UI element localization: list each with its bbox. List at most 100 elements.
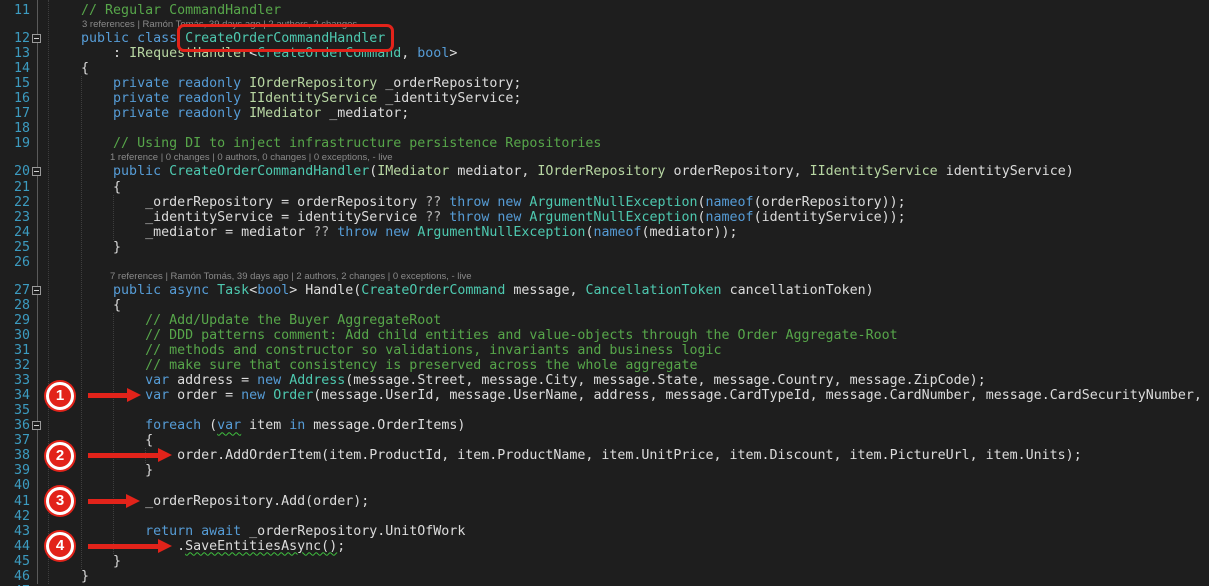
line-number-35[interactable]: 35 [0, 403, 30, 418]
code-line-27[interactable]: 27 public async Task<bool> Handle(Create… [0, 283, 1209, 298]
code-text-17[interactable]: private readonly IMediator _mediator; [43, 106, 409, 121]
code-line-32[interactable]: 32 // make sure that consistency is pres… [0, 358, 1209, 373]
code-text-16[interactable]: private readonly IIdentityService _ident… [43, 91, 521, 106]
line-number-23[interactable]: 23 [0, 210, 30, 225]
code-line-45[interactable]: 45 } [0, 554, 1209, 569]
line-number-36[interactable]: 36 [0, 418, 30, 433]
line-number-40[interactable]: 40 [0, 478, 30, 493]
line-number-15[interactable]: 15 [0, 76, 30, 91]
code-line-38[interactable]: 38 order.AddOrderItem(item.ProductId, it… [0, 448, 1209, 463]
code-text-32[interactable]: // make sure that consistency is preserv… [43, 358, 697, 373]
line-number-33[interactable]: 33 [0, 373, 30, 388]
line-number-14[interactable]: 14 [0, 61, 30, 76]
line-number-29[interactable]: 29 [0, 313, 30, 328]
code-line-34[interactable]: 34 var order = new Order(message.UserId,… [0, 388, 1209, 403]
code-text-28[interactable]: { [43, 298, 121, 313]
code-text-23[interactable]: _identityService = identityService ?? th… [43, 210, 906, 225]
line-number-45[interactable]: 45 [0, 554, 30, 569]
code-line-19[interactable]: 19 // Using DI to inject infrastructure … [0, 136, 1209, 151]
code-line-36[interactable]: 36 foreach (var item in message.OrderIte… [0, 418, 1209, 433]
code-text-14[interactable]: { [43, 61, 89, 76]
code-editor[interactable]: 11 // Regular CommandHandler3 references… [0, 0, 1209, 586]
code-line-33[interactable]: 33 var address = new Address(message.Str… [0, 373, 1209, 388]
line-number-25[interactable]: 25 [0, 240, 30, 255]
code-text-15[interactable]: private readonly IOrderRepository _order… [43, 76, 521, 91]
code-line-41[interactable]: 41 _orderRepository.Add(order); [0, 494, 1209, 509]
line-number-17[interactable]: 17 [0, 106, 30, 121]
fold-toggle-line-20[interactable] [32, 167, 41, 176]
line-number-39[interactable]: 39 [0, 463, 30, 478]
code-text-30[interactable]: // DDD patterns comment: Add child entit… [43, 328, 898, 343]
line-number-38[interactable]: 38 [0, 448, 30, 463]
code-line-39[interactable]: 39 } [0, 463, 1209, 478]
codelens-indicator[interactable]: 1 reference | 0 changes | 0 authors, 0 c… [110, 151, 393, 164]
line-number-27[interactable]: 27 [0, 283, 30, 298]
fold-toggle-line-27[interactable] [32, 286, 41, 295]
line-number-16[interactable]: 16 [0, 91, 30, 106]
code-text-21[interactable]: { [43, 180, 121, 195]
code-line-40[interactable]: 40 [0, 478, 1209, 493]
code-text-24[interactable]: _mediator = mediator ?? throw new Argume… [43, 225, 738, 240]
code-line-30[interactable]: 30 // DDD patterns comment: Add child en… [0, 328, 1209, 343]
code-line-14[interactable]: 14 { [0, 61, 1209, 76]
code-text-20[interactable]: public CreateOrderCommandHandler(IMediat… [43, 164, 1074, 179]
code-line-11[interactable]: 11 // Regular CommandHandler [0, 3, 1209, 18]
code-line-20[interactable]: 20 public CreateOrderCommandHandler(IMed… [0, 164, 1209, 179]
line-number-12[interactable]: 12 [0, 31, 30, 46]
line-number-44[interactable]: 44 [0, 539, 30, 554]
fold-toggle-line-12[interactable] [32, 34, 41, 43]
code-text-36[interactable]: foreach (var item in message.OrderItems) [43, 418, 465, 433]
line-number-21[interactable]: 21 [0, 180, 30, 195]
code-text-19[interactable]: // Using DI to inject infrastructure per… [43, 136, 601, 151]
code-text-25[interactable]: } [43, 240, 121, 255]
code-text-38[interactable]: order.AddOrderItem(item.ProductId, item.… [43, 448, 1082, 463]
fold-toggle-line-36[interactable] [32, 421, 41, 430]
code-line-35[interactable]: 35 [0, 403, 1209, 418]
code-line-37[interactable]: 37 { [0, 433, 1209, 448]
code-line-42[interactable]: 42 [0, 509, 1209, 524]
line-number-46[interactable]: 46 [0, 569, 30, 584]
code-line-15[interactable]: 15 private readonly IOrderRepository _or… [0, 76, 1209, 91]
line-number-22[interactable]: 22 [0, 195, 30, 210]
line-number-19[interactable]: 19 [0, 136, 30, 151]
line-number-28[interactable]: 28 [0, 298, 30, 313]
line-number-37[interactable]: 37 [0, 433, 30, 448]
code-line-25[interactable]: 25 } [0, 240, 1209, 255]
line-number-41[interactable]: 41 [0, 494, 30, 509]
code-line-44[interactable]: 44 .SaveEntitiesAsync(); [0, 539, 1209, 554]
line-number-34[interactable]: 34 [0, 388, 30, 403]
line-number-18[interactable]: 18 [0, 121, 30, 136]
code-text-43[interactable]: return await _orderRepository.UnitOfWork [43, 524, 465, 539]
line-number-30[interactable]: 30 [0, 328, 30, 343]
code-text-46[interactable]: } [43, 569, 89, 584]
code-line-31[interactable]: 31 // methods and constructor so validat… [0, 343, 1209, 358]
code-line-24[interactable]: 24 _mediator = mediator ?? throw new Arg… [0, 225, 1209, 240]
code-line-21[interactable]: 21 { [0, 180, 1209, 195]
line-number-13[interactable]: 13 [0, 46, 30, 61]
line-number-42[interactable]: 42 [0, 509, 30, 524]
line-number-26[interactable]: 26 [0, 255, 30, 270]
code-line-28[interactable]: 28 { [0, 298, 1209, 313]
codelens-indicator[interactable]: 7 references | Ramón Tomás, 39 days ago … [110, 270, 472, 283]
line-number-20[interactable]: 20 [0, 164, 30, 179]
code-line-46[interactable]: 46 } [0, 569, 1209, 584]
code-line-43[interactable]: 43 return await _orderRepository.UnitOfW… [0, 524, 1209, 539]
code-line-22[interactable]: 22 _orderRepository = orderRepository ??… [0, 195, 1209, 210]
code-line-23[interactable]: 23 _identityService = identityService ??… [0, 210, 1209, 225]
code-line-16[interactable]: 16 private readonly IIdentityService _id… [0, 91, 1209, 106]
code-text-33[interactable]: var address = new Address(message.Street… [43, 373, 986, 388]
code-line-26[interactable]: 26 [0, 255, 1209, 270]
line-number-43[interactable]: 43 [0, 524, 30, 539]
code-text-27[interactable]: public async Task<bool> Handle(CreateOrd… [43, 283, 874, 298]
line-number-24[interactable]: 24 [0, 225, 30, 240]
code-line-18[interactable]: 18 [0, 121, 1209, 136]
code-text-34[interactable]: var order = new Order(message.UserId, me… [43, 388, 1202, 403]
code-text-29[interactable]: // Add/Update the Buyer AggregateRoot [43, 313, 441, 328]
line-number-31[interactable]: 31 [0, 343, 30, 358]
code-text-11[interactable]: // Regular CommandHandler [43, 3, 281, 18]
code-line-17[interactable]: 17 private readonly IMediator _mediator; [0, 106, 1209, 121]
line-number-32[interactable]: 32 [0, 358, 30, 373]
code-text-22[interactable]: _orderRepository = orderRepository ?? th… [43, 195, 906, 210]
line-number-11[interactable]: 11 [0, 3, 30, 18]
code-text-31[interactable]: // methods and constructor so validation… [43, 343, 721, 358]
